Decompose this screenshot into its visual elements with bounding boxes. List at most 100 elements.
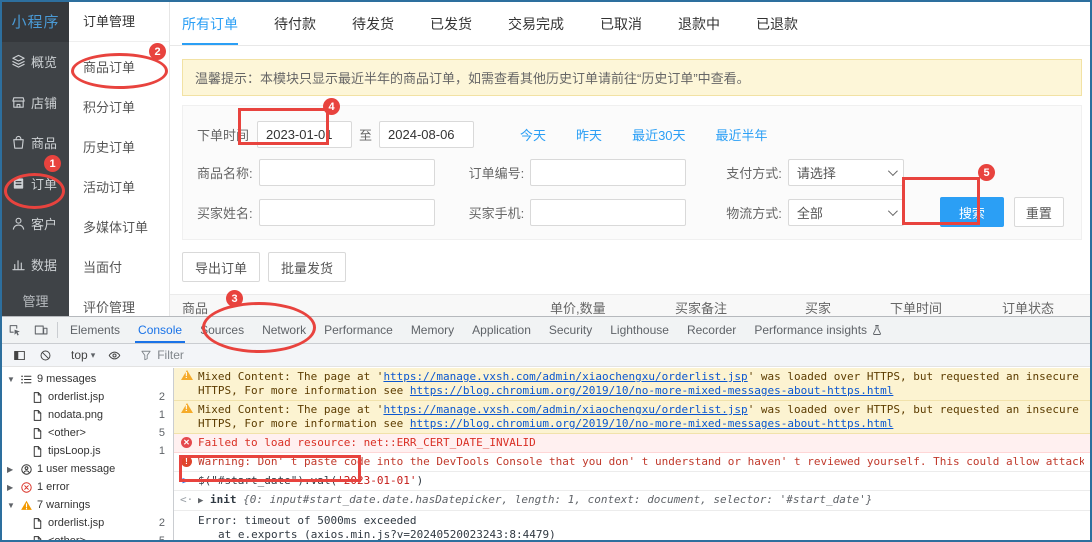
- product-name-input[interactable]: [259, 159, 435, 186]
- console-sidebar-group-warnings[interactable]: 7 warnings: [2, 496, 173, 514]
- stack-frame: ): [549, 528, 556, 540]
- submenu-item-activity-orders[interactable]: 活动订单: [69, 168, 169, 208]
- sidebar-item-shop[interactable]: 店铺: [2, 82, 69, 122]
- inspect-element-button[interactable]: [2, 317, 28, 343]
- console-sidebar-group-errors[interactable]: 1 error: [2, 478, 173, 496]
- message-text: ' was loaded over HTTPS, but requested a…: [748, 370, 1084, 383]
- submenu-item-review-mgmt[interactable]: 评价管理: [69, 288, 169, 316]
- tab-refunding[interactable]: 退款中: [678, 2, 720, 45]
- eye-icon: [108, 349, 121, 362]
- console-messages: Mixed Content: The page at 'https://mana…: [174, 368, 1090, 540]
- console-user-input[interactable]: > $("#start_date").val('2023-01-01'): [174, 472, 1090, 491]
- tab-completed[interactable]: 交易完成: [508, 2, 564, 45]
- warning-icon: [20, 499, 33, 512]
- warning-circle-icon: !: [181, 456, 192, 467]
- console-sidebar-file[interactable]: nodata.png 1: [2, 406, 173, 424]
- console-filter-input[interactable]: Filter: [134, 348, 190, 362]
- pay-method-select[interactable]: 请选择: [788, 159, 904, 186]
- console-sidebar-file[interactable]: <other> 5: [2, 532, 173, 540]
- devtools-tab-lighthouse[interactable]: Lighthouse: [601, 317, 678, 343]
- tab-cancelled[interactable]: 已取消: [600, 2, 642, 45]
- message-link[interactable]: https://blog.chromium.org/2019/10/no-mor…: [410, 417, 893, 430]
- tab-shipped[interactable]: 已发货: [430, 2, 472, 45]
- submenu-item-f2f-pay[interactable]: 当面付: [69, 248, 169, 288]
- batch-ship-button[interactable]: 批量发货: [268, 252, 346, 282]
- app-logo[interactable]: 小程序: [2, 2, 69, 42]
- export-orders-button[interactable]: 导出订单: [182, 252, 260, 282]
- sidebar-item-data[interactable]: 数据: [2, 244, 69, 284]
- sidebar-item-manage[interactable]: 管理: [2, 284, 69, 316]
- quick-link-half-year[interactable]: 最近半年: [716, 125, 768, 144]
- devtools-tab-performance-insights[interactable]: Performance insights: [745, 317, 892, 343]
- file-label: orderlist.jsp: [48, 517, 104, 529]
- buyer-name-input[interactable]: [259, 199, 435, 226]
- tab-pending-payment[interactable]: 待付款: [274, 2, 316, 45]
- tab-refunded[interactable]: 已退款: [756, 2, 798, 45]
- devtools-tab-recorder[interactable]: Recorder: [678, 317, 745, 343]
- search-button[interactable]: 搜索: [940, 197, 1004, 227]
- quick-link-yesterday[interactable]: 昨天: [576, 125, 602, 144]
- message-text: HTTPS, For more information see: [198, 384, 410, 397]
- screenshot-root: 小程序 概览 店铺 商品 订单 客户 数据: [0, 0, 1092, 542]
- console-sidebar-file[interactable]: <other> 5: [2, 424, 173, 442]
- logistics-select[interactable]: 全部: [788, 199, 904, 226]
- expander-icon: [7, 375, 16, 384]
- end-date-input[interactable]: [379, 121, 474, 148]
- object-text: }: [866, 493, 873, 506]
- pay-method-label: 支付方式:: [726, 163, 782, 182]
- layers-icon: [11, 54, 26, 69]
- submenu-item-points-orders[interactable]: 积分订单: [69, 88, 169, 128]
- sidebar-item-customers[interactable]: 客户: [2, 203, 69, 243]
- order-no-input[interactable]: [530, 159, 686, 186]
- submenu-item-product-orders[interactable]: 商品订单: [69, 48, 169, 88]
- message-link[interactable]: https://manage.vxsh.com/admin/xiaochengx…: [383, 370, 747, 383]
- submenu-item-media-orders[interactable]: 多媒体订单: [69, 208, 169, 248]
- message-text: Failed to load resource: net::ERR_CERT_D…: [198, 436, 536, 449]
- document-icon: [31, 517, 44, 530]
- reset-button[interactable]: 重置: [1014, 197, 1064, 227]
- message-link[interactable]: https://blog.chromium.org/2019/10/no-mor…: [410, 384, 893, 397]
- sidebar-item-goods[interactable]: 商品: [2, 122, 69, 162]
- buyer-phone-input[interactable]: [530, 199, 686, 226]
- console-sidebar-toggle[interactable]: [6, 349, 32, 362]
- message-text: Mixed Content: The page at ': [198, 370, 383, 383]
- console-sidebar-file[interactable]: orderlist.jsp 2: [2, 388, 173, 406]
- devtools-tab-performance[interactable]: Performance: [315, 317, 402, 343]
- console-sidebar-group-messages[interactable]: 9 messages: [2, 370, 173, 388]
- console-sidebar: 9 messages orderlist.jsp 2 nodata.png 1 …: [2, 368, 174, 540]
- devtools-tab-network[interactable]: Network: [253, 317, 315, 343]
- console-sidebar-file[interactable]: orderlist.jsp 2: [2, 514, 173, 532]
- tab-all-orders[interactable]: 所有订单: [182, 2, 238, 45]
- devtools-tab-application[interactable]: Application: [463, 317, 540, 343]
- live-expression-button[interactable]: [101, 349, 127, 362]
- devtools-tab-console[interactable]: Console: [129, 317, 191, 343]
- start-date-input[interactable]: [257, 121, 352, 148]
- console-sidebar-file[interactable]: tipsLoop.js 1: [2, 442, 173, 460]
- object-text: , length:: [501, 493, 567, 506]
- stack-frame: at e.exports (: [218, 528, 311, 540]
- tab-pending-shipment[interactable]: 待发货: [352, 2, 394, 45]
- console-eval-result: <· ▶ init {0: input#start_date.date.hasD…: [174, 491, 1090, 511]
- devtools-tab-sources[interactable]: Sources: [191, 317, 253, 343]
- file-label: nodata.png: [48, 409, 103, 421]
- sidebar-item-orders[interactable]: 订单: [2, 163, 69, 203]
- document-icon: [31, 535, 44, 541]
- expand-arrow-icon[interactable]: ▶: [198, 496, 203, 506]
- console-sidebar-group-user-messages[interactable]: 1 user message: [2, 460, 173, 478]
- panel-left-icon: [13, 349, 26, 362]
- filter-row-date: 下单时间 至 今天 昨天 最近30天 最近半年: [197, 121, 1081, 148]
- clear-console-button[interactable]: [32, 349, 58, 362]
- console-context-dropdown[interactable]: top: [65, 348, 101, 362]
- quick-link-today[interactable]: 今天: [520, 125, 546, 144]
- message-link[interactable]: https://manage.vxsh.com/admin/xiaochengx…: [383, 403, 747, 416]
- quick-link-last30[interactable]: 最近30天: [632, 125, 685, 144]
- devtools-tab-security[interactable]: Security: [540, 317, 601, 343]
- devtools-tab-memory[interactable]: Memory: [402, 317, 463, 343]
- sidebar-item-overview[interactable]: 概览: [2, 42, 69, 82]
- document-icon: [31, 445, 44, 458]
- submenu-item-history-orders[interactable]: 历史订单: [69, 128, 169, 168]
- stack-link[interactable]: axios.min.js?v=20240520023243:8:4479: [311, 528, 549, 540]
- devtools-tab-elements[interactable]: Elements: [61, 317, 129, 343]
- device-toolbar-button[interactable]: [28, 317, 54, 343]
- input-code: ): [417, 474, 424, 487]
